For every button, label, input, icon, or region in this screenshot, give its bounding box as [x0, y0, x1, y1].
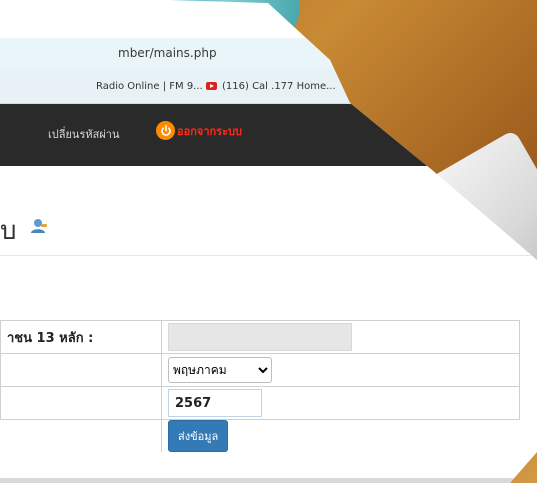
youtube-icon — [206, 82, 217, 90]
power-glyph — [160, 124, 171, 136]
month-label — [0, 353, 162, 387]
screen-photo: mber/mains.php Radio Online | FM 9... (1… — [0, 0, 537, 483]
page-title: บ — [0, 216, 17, 246]
request-form-table: าชน 13 หลัก : พฤษภาคม ส่งข้อมูล — [0, 320, 520, 452]
submit-cell: ส่งข้อมูล — [161, 419, 520, 452]
bookmark-youtube[interactable]: (116) Cal .177 Home... — [206, 81, 336, 92]
logout-link[interactable]: ออกจากระบบ — [156, 121, 242, 140]
table-row — [0, 386, 520, 420]
year-cell — [161, 386, 520, 420]
address-url: mber/mains.php — [118, 46, 217, 60]
logout-label: ออกจากระบบ — [177, 124, 242, 138]
address-bar[interactable]: mber/mains.php — [0, 38, 537, 70]
empty-label-cell — [0, 419, 162, 452]
table-row: พฤษภาคม — [0, 353, 520, 387]
table-row: าชน 13 หลัก : — [0, 320, 520, 354]
change-password-link[interactable]: เปลี่ยนรหัสผ่าน — [48, 125, 119, 143]
user-icon — [31, 219, 47, 233]
bottom-strip — [0, 478, 537, 483]
year-label — [0, 386, 162, 420]
id-number-input[interactable] — [168, 323, 352, 351]
table-row: ส่งข้อมูล — [0, 419, 520, 452]
month-select[interactable]: พฤษภาคม — [168, 357, 272, 383]
bookmarks-bar: Radio Online | FM 9... (116) Cal .177 Ho… — [0, 69, 537, 104]
page-header: บ — [0, 166, 537, 256]
submit-button[interactable]: ส่งข้อมูล — [168, 420, 229, 452]
id-number-label: าชน 13 หลัก : — [0, 320, 162, 354]
year-input[interactable] — [168, 389, 262, 417]
bookmark-youtube-label: (116) Cal .177 Home... — [222, 81, 336, 92]
top-navbar: เปลี่ยนรหัสผ่าน ออกจากระบบ — [0, 104, 537, 166]
id-number-cell — [161, 320, 520, 354]
power-icon — [156, 121, 175, 140]
bookmark-radio-online[interactable]: Radio Online | FM 9... — [96, 81, 203, 92]
month-cell: พฤษภาคม — [161, 353, 520, 387]
